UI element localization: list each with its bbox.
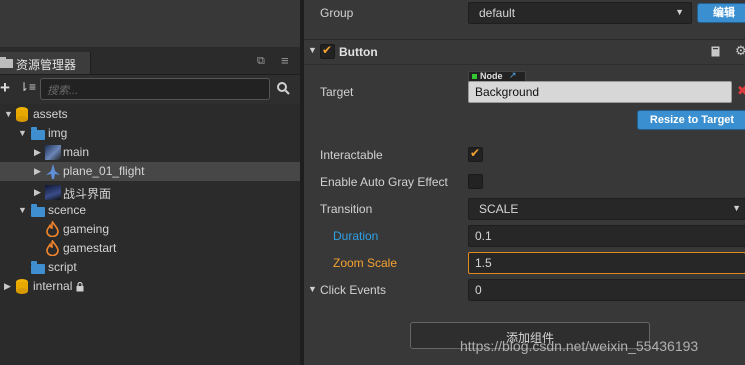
group-select[interactable]: default ▼: [468, 2, 692, 24]
auto-gray-label: Enable Auto Gray Effect: [320, 175, 448, 189]
expand-arrow-icon[interactable]: ▼: [18, 128, 27, 138]
tree-label: main: [63, 145, 90, 159]
search-icon[interactable]: [277, 82, 290, 95]
zoom-scale-input[interactable]: 1.5: [468, 252, 745, 274]
component-enabled-checkbox[interactable]: ✔: [320, 43, 335, 59]
database-icon: [16, 107, 28, 122]
tree-label: assets: [33, 107, 68, 121]
tree-label: gameing: [63, 222, 110, 236]
group-value: default: [479, 6, 516, 20]
database-icon: [16, 279, 28, 294]
tree-item-img[interactable]: ▼ img: [0, 124, 300, 143]
tree-label: plane_01_flight: [63, 164, 145, 178]
folder-icon: [31, 204, 45, 217]
assets-tab[interactable]: 资源管理器: [0, 52, 91, 74]
click-events-label: Click Events: [320, 283, 387, 297]
tree-item-assets[interactable]: ▼ assets: [0, 105, 300, 124]
interactable-checkbox[interactable]: ✔: [468, 146, 483, 162]
top-empty-area: [0, 0, 300, 47]
duration-value: 0.1: [475, 229, 492, 243]
tree-item-plane-01-flight[interactable]: ▶ plane_01_flight: [0, 162, 300, 181]
tree-item-scence[interactable]: ▼ scence: [0, 201, 300, 220]
group-label: Group: [320, 6, 354, 20]
expand-arrow-icon[interactable]: ▼: [18, 205, 27, 215]
folder-icon: [31, 127, 45, 140]
collapse-arrow-icon[interactable]: ▶: [4, 281, 11, 292]
resize-to-target-button[interactable]: Resize to Target: [637, 110, 745, 130]
assets-tab-title: 资源管理器: [16, 58, 77, 72]
expand-arrow-icon[interactable]: ▼: [4, 109, 13, 119]
tree-label: 战斗界面: [63, 187, 112, 201]
sort-icon[interactable]: ⇂≡: [19, 80, 36, 94]
component-header-divider: [304, 64, 745, 65]
image-thumbnail-icon: [45, 145, 61, 160]
maximize-icon[interactable]: ⧉: [257, 55, 265, 68]
transition-value: SCALE: [479, 202, 519, 216]
node-dot-icon: [472, 74, 477, 79]
external-link-icon[interactable]: ↗: [509, 70, 517, 81]
folder-icon: [31, 261, 45, 274]
collapse-arrow-icon[interactable]: ▶: [34, 187, 41, 198]
collapse-arrow-icon[interactable]: ▶: [34, 166, 41, 177]
tree-item-script[interactable]: script: [0, 258, 300, 277]
auto-gray-checkbox[interactable]: [468, 174, 483, 189]
menu-icon[interactable]: ≡: [281, 53, 289, 68]
click-events-value: 0: [475, 283, 482, 297]
tree-item-internal[interactable]: ▶ internal: [0, 277, 300, 296]
duration-input[interactable]: 0.1: [468, 225, 745, 247]
lock-icon: [76, 282, 84, 292]
add-icon[interactable]: +: [0, 78, 10, 98]
tree-label: scence: [48, 203, 87, 217]
target-field[interactable]: Background: [468, 81, 732, 103]
plane-sprite-icon: [46, 164, 60, 179]
inspector-panel: Group default ▼ 编辑 ▼ ✔ Button ⚙ Node ↗ T…: [304, 0, 745, 365]
checkmark-icon: ✔: [470, 146, 481, 160]
zoom-scale-label: Zoom Scale: [333, 256, 398, 270]
tree-label: gamestart: [63, 241, 117, 255]
section-divider: [304, 39, 745, 40]
target-label: Target: [320, 85, 354, 99]
node-tag-label: Node: [480, 71, 503, 81]
collapse-arrow-icon[interactable]: ▶: [34, 147, 41, 158]
assets-panel: 资源管理器 ⧉ ≡ + ⇂≡ 搜索... ▼ assets ▼ img ▶ ma…: [0, 0, 300, 365]
component-title: Button: [339, 45, 378, 59]
transition-label: Transition: [320, 202, 373, 216]
click-events-count-input[interactable]: 0: [468, 279, 745, 301]
settings-gear-icon[interactable]: ⚙: [735, 43, 745, 59]
image-thumbnail-icon: [45, 185, 61, 200]
tree-item-gamestart[interactable]: gamestart: [0, 239, 300, 258]
search-input[interactable]: 搜索...: [40, 78, 270, 100]
scene-flame-icon: [46, 221, 59, 237]
tree-item-main[interactable]: ▶ main: [0, 143, 300, 162]
duration-label: Duration: [333, 229, 379, 243]
watermark-text: https://blog.csdn.net/weixin_55436193: [460, 338, 699, 354]
search-placeholder: 搜索...: [47, 85, 79, 97]
chevron-down-icon: ▼: [732, 203, 741, 213]
target-value: Background: [475, 85, 540, 99]
tree-label: img: [48, 126, 68, 140]
clear-target-icon[interactable]: ✖: [737, 83, 745, 99]
tree-label: internal: [33, 279, 73, 293]
component-collapse-icon[interactable]: ▼: [308, 45, 317, 55]
click-events-collapse-icon[interactable]: ▼: [308, 284, 317, 294]
help-book-icon[interactable]: [711, 46, 721, 57]
edit-group-button[interactable]: 编辑: [697, 3, 745, 23]
interactable-label: Interactable: [320, 148, 383, 162]
transition-select[interactable]: SCALE ▼: [468, 198, 745, 220]
checkmark-icon: ✔: [322, 43, 333, 57]
tree-item-battle-ui[interactable]: ▶ 战斗界面: [0, 183, 300, 202]
tree-item-gameing[interactable]: gameing: [0, 220, 300, 239]
tree-label: script: [48, 260, 77, 274]
scene-flame-icon: [46, 240, 59, 256]
chevron-down-icon: ▼: [675, 7, 684, 17]
folder-icon: [0, 57, 13, 68]
zoom-scale-value: 1.5: [475, 256, 492, 270]
